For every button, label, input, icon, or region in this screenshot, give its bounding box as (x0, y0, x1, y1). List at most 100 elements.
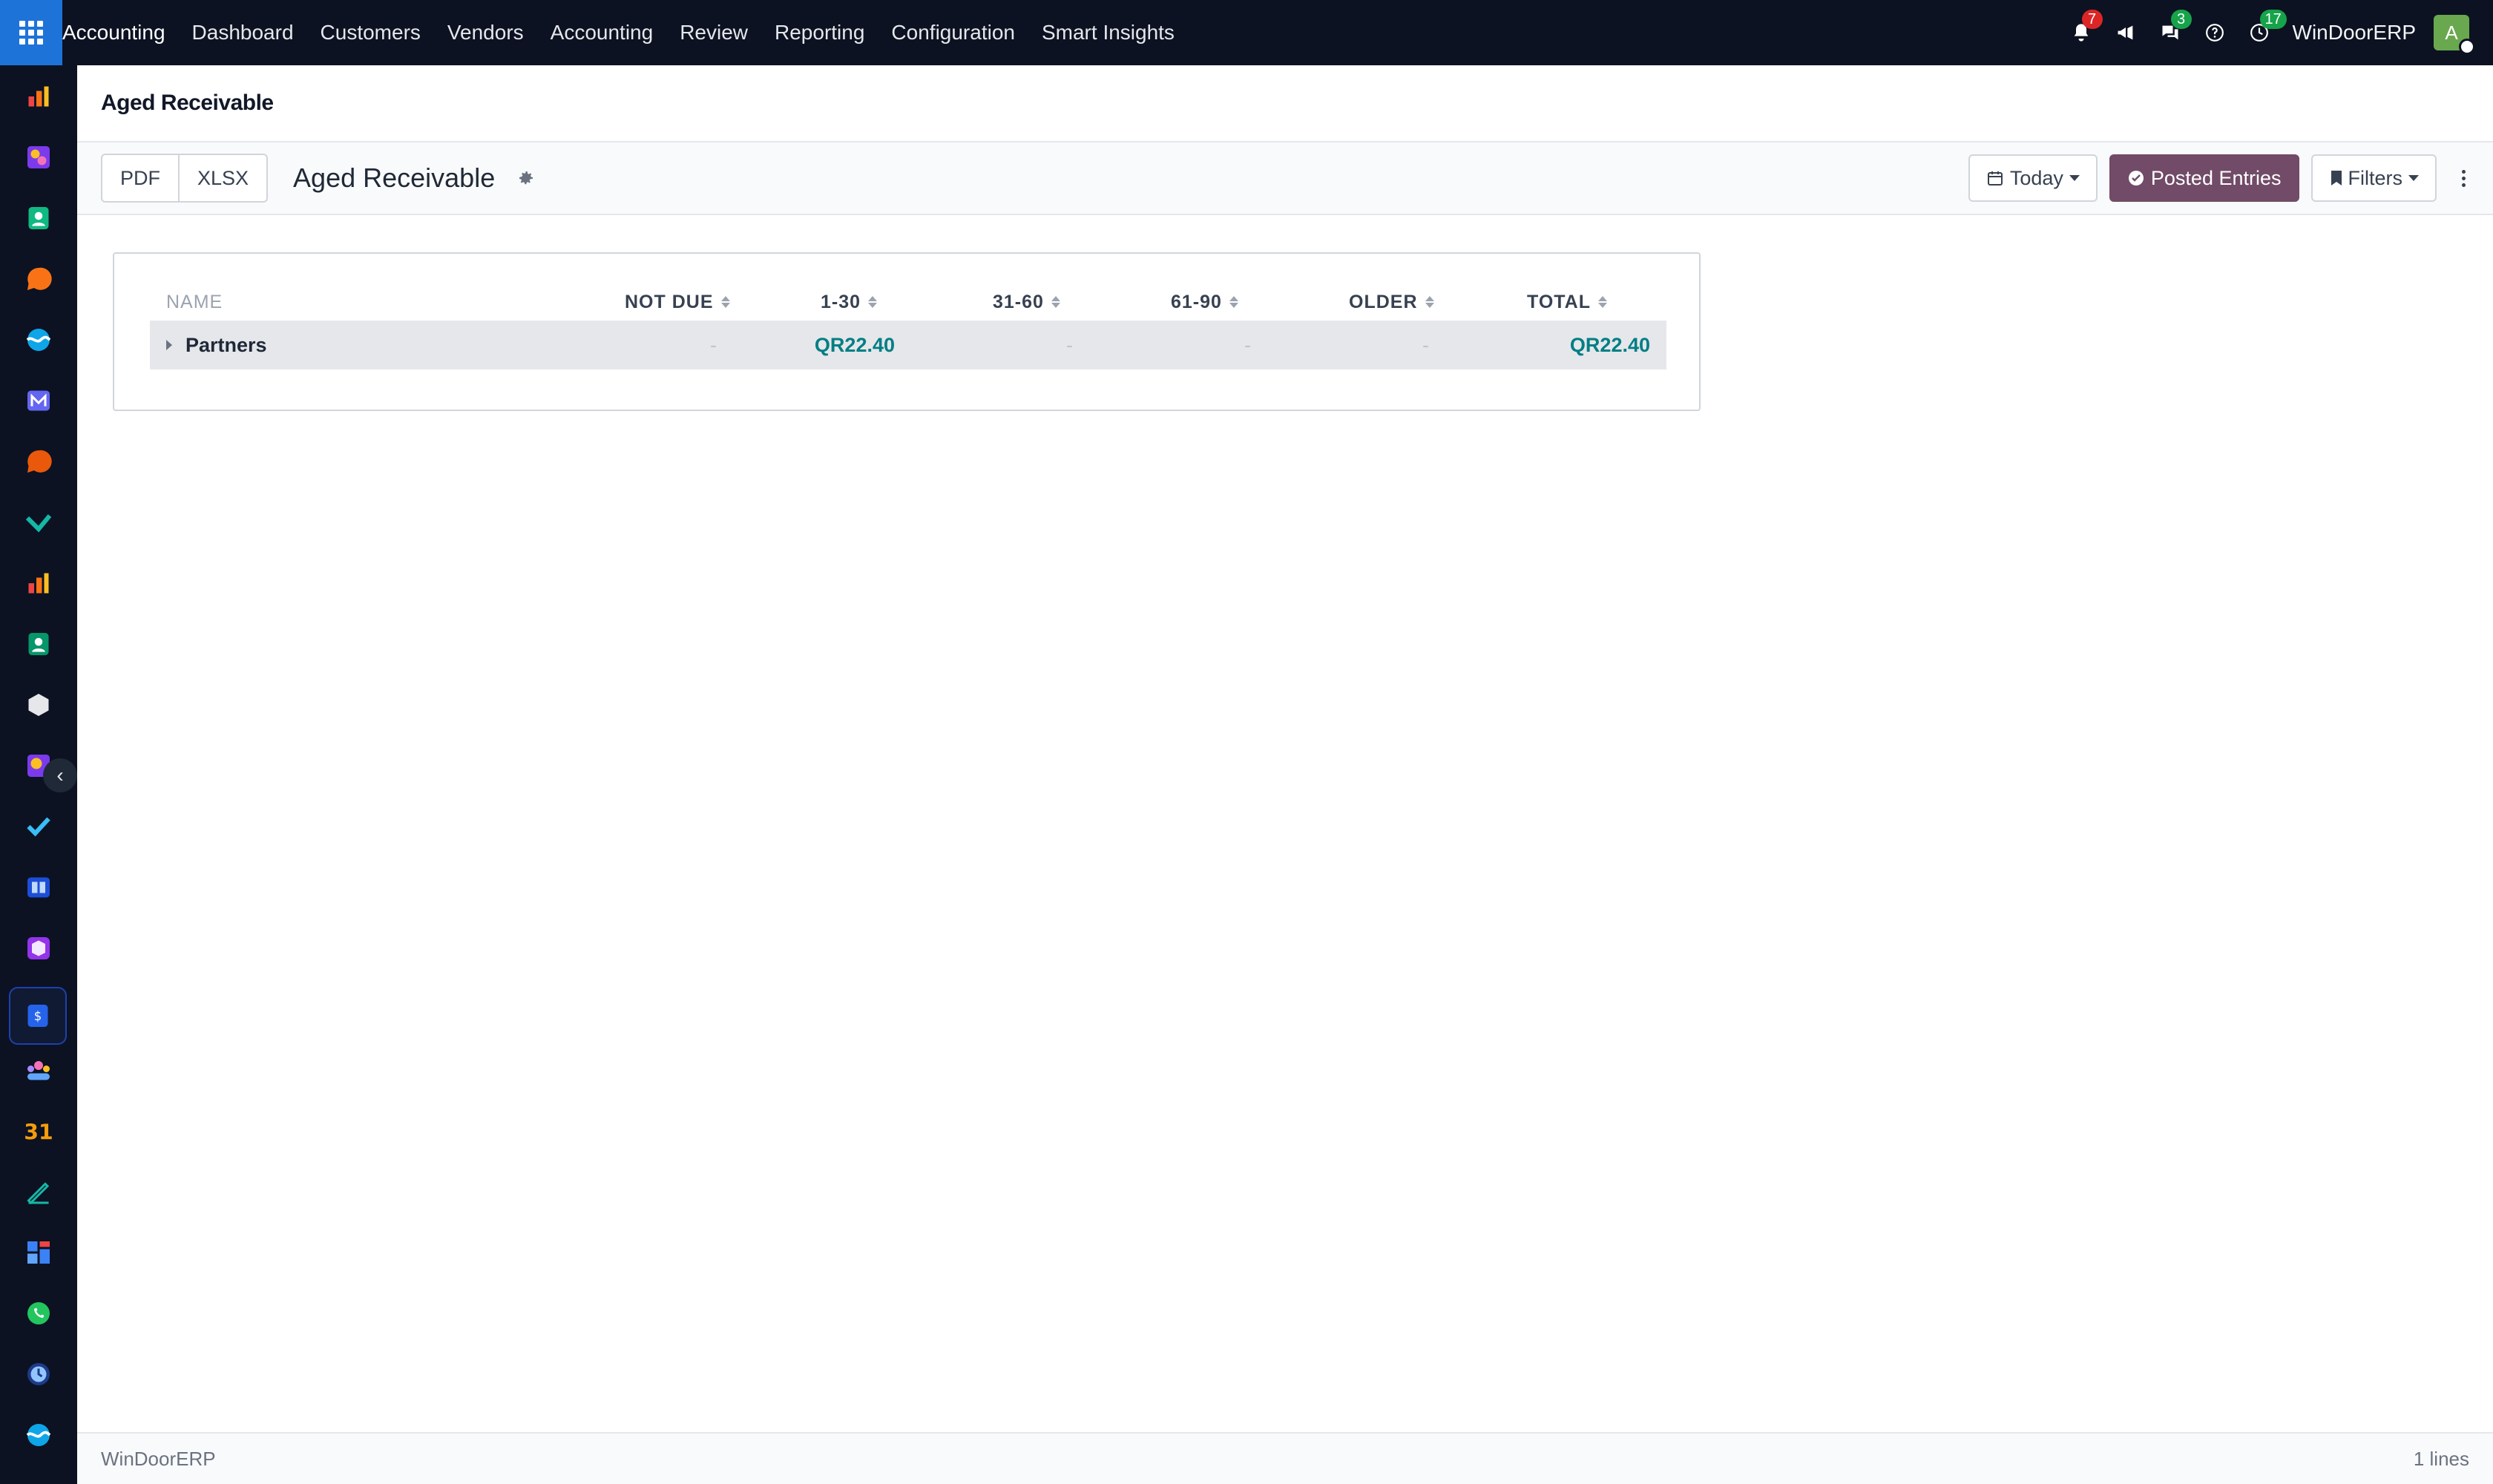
menu-dashboard[interactable]: Dashboard (192, 21, 294, 45)
activities-badge: 17 (2259, 10, 2287, 29)
sidebar-app-team[interactable] (21, 1052, 56, 1088)
sidebar-app-contacts[interactable] (21, 200, 56, 236)
employee-icon (28, 633, 49, 655)
chevron-left-icon: ‹ (56, 764, 64, 787)
sidebar-app-whatsapp[interactable] (21, 1296, 56, 1331)
pdf-button[interactable]: PDF (102, 155, 178, 201)
sidebar-app-invoicing[interactable]: $ (9, 987, 67, 1045)
company-switcher[interactable]: WinDoorERP (2293, 21, 2416, 45)
activities-button[interactable]: 17 (2248, 10, 2287, 44)
sidebar-app-email-marketing[interactable] (21, 383, 56, 418)
sidebar-app-approvals[interactable] (21, 809, 56, 844)
sort-icon (1229, 296, 1238, 308)
sidebar-app-website-2[interactable] (21, 1417, 56, 1453)
caret-down-icon (2069, 175, 2080, 181)
team-icon (27, 1061, 50, 1080)
column-header-1-30[interactable]: 1-30 (821, 292, 878, 313)
notifications-badge: 7 (2081, 10, 2103, 29)
discuss-icon (27, 267, 52, 290)
menu-accounting[interactable]: Accounting (551, 21, 654, 45)
row-total-cell[interactable]: QR22.40 (1456, 321, 1650, 370)
messages-button[interactable]: 3 (2159, 10, 2192, 44)
calendar-icon (1987, 171, 2003, 186)
whatsapp-icon (27, 1302, 50, 1324)
invoicing-icon: $ (27, 1005, 48, 1027)
app-name[interactable]: Accounting (62, 21, 165, 45)
sidebar-app-timesheets[interactable] (21, 1356, 56, 1392)
filters-dropdown[interactable]: Filters (2310, 154, 2437, 202)
menu-smart-insights[interactable]: Smart Insights (1042, 21, 1175, 45)
table-row[interactable]: Partners - QR22.40 - - - QR22.40 (150, 321, 1666, 370)
aged-receivable-table: NAME NOT DUE 1-30 31-60 61-90 OLDER TOTA… (150, 283, 1666, 370)
gear-icon (519, 171, 533, 185)
avatar-letter: A (2445, 21, 2458, 44)
help-icon (2205, 24, 2224, 42)
date-filter-dropdown[interactable]: Today (1968, 154, 2098, 202)
sidebar-app-inventory[interactable] (21, 930, 56, 966)
sidebar-app-apps[interactable] (21, 687, 56, 723)
sidebar-collapse-button[interactable]: ‹ (43, 758, 77, 792)
xlsx-button[interactable]: XLSX (178, 155, 266, 201)
sidebar-app-sign[interactable] (21, 1174, 56, 1209)
report-title: Aged Receivable (293, 162, 496, 193)
dashboard-icon (27, 1241, 50, 1264)
report-settings-button[interactable] (516, 168, 536, 188)
posted-entries-label: Posted Entries (2150, 166, 2282, 189)
footer-line-count: 1 lines (2413, 1447, 2469, 1470)
column-header-61-90[interactable]: 61-90 (1171, 292, 1238, 313)
report-card: NAME NOT DUE 1-30 31-60 61-90 OLDER TOTA… (113, 252, 1701, 411)
sidebar-app-website[interactable] (21, 322, 56, 358)
row-1-30-cell[interactable]: QR22.40 (743, 321, 895, 370)
column-header-name: NAME (166, 291, 223, 312)
sidebar-app-livechat[interactable] (21, 444, 56, 479)
sidebar-app-discuss[interactable] (21, 261, 56, 297)
sidebar-app-project[interactable] (21, 505, 56, 540)
filters-label: Filters (2348, 166, 2403, 189)
more-options-button[interactable] (2448, 154, 2478, 202)
menu-configuration[interactable]: Configuration (891, 21, 1015, 45)
bar-chart-icon (28, 86, 49, 107)
apps-menu-button[interactable] (0, 0, 62, 65)
report-filters: Today Posted Entries Filters (1968, 154, 2478, 202)
column-header-total[interactable]: TOTAL (1527, 292, 1608, 313)
sort-icon (868, 296, 878, 308)
sidebar-app-media[interactable] (21, 139, 56, 175)
menu-vendors[interactable]: Vendors (447, 21, 524, 45)
sidebar-app-sales[interactable] (21, 565, 56, 601)
menu-reporting[interactable]: Reporting (775, 21, 864, 45)
svg-text:31: 31 (24, 1120, 53, 1145)
row-not-due-cell: - (710, 333, 717, 356)
sidebar-app-employees[interactable] (21, 626, 56, 662)
calendar-icon: 31 (24, 1120, 53, 1145)
row-name-cell[interactable]: Partners (166, 321, 267, 370)
check-icon (25, 514, 52, 533)
column-header-older[interactable]: OLDER (1349, 292, 1434, 313)
sidebar-app-dashboards[interactable] (21, 79, 56, 114)
contacts-icon (28, 207, 49, 229)
column-header-31-60[interactable]: 31-60 (993, 292, 1060, 313)
sign-icon (27, 1182, 50, 1205)
posted-entries-button[interactable]: Posted Entries (2109, 154, 2299, 202)
breadcrumb-bar: Aged Receivable (77, 65, 2493, 142)
column-header-not-due[interactable]: NOT DUE (625, 292, 730, 313)
wave2-icon (26, 1424, 51, 1446)
user-avatar[interactable]: A (2434, 15, 2475, 55)
sort-icon (1051, 296, 1060, 308)
cube-icon (28, 694, 49, 716)
sidebar-app-spreadsheet[interactable] (21, 1235, 56, 1270)
main-menu: Dashboard Customers Vendors Accounting R… (192, 21, 1201, 45)
sidebar-app-knowledge[interactable] (21, 870, 56, 905)
table-header: NAME NOT DUE 1-30 31-60 61-90 OLDER TOTA… (150, 283, 1666, 321)
sidebar-app-calendar[interactable]: 31 (21, 1113, 56, 1149)
help-button[interactable] (2204, 22, 2226, 44)
date-filter-label: Today (2009, 166, 2063, 189)
row-older-cell: - (1422, 333, 1429, 356)
row-61-90-cell: - (1244, 333, 1251, 356)
export-buttons: PDF XLSX (101, 154, 269, 203)
menu-review[interactable]: Review (680, 21, 748, 45)
menu-customers[interactable]: Customers (321, 21, 421, 45)
announcements-button[interactable] (2115, 22, 2137, 44)
bookmark-icon (2331, 171, 2342, 186)
notifications-bell[interactable]: 7 (2070, 10, 2103, 44)
status-footer: WinDoorERP 1 lines (77, 1432, 2493, 1484)
